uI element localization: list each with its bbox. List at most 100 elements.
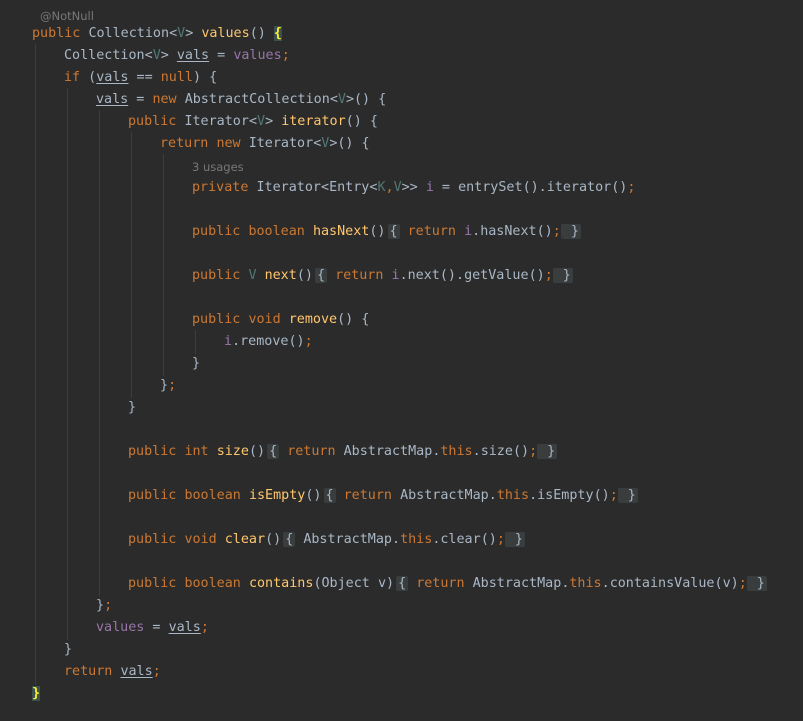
matched-brace: { bbox=[273, 26, 282, 41]
variable-name: vals bbox=[168, 620, 201, 635]
usages-hint[interactable]: 3 usages bbox=[192, 157, 244, 177]
code-line[interactable]: return vals; bbox=[64, 661, 161, 683]
keyword: public bbox=[32, 26, 81, 41]
keyword: public bbox=[192, 312, 241, 327]
folded-region-end[interactable]: } bbox=[560, 224, 581, 239]
type-param: V bbox=[393, 180, 402, 195]
method-name: next bbox=[264, 268, 297, 283]
code-line[interactable]: } bbox=[128, 397, 136, 419]
method-call: next bbox=[407, 268, 440, 283]
field-name: values bbox=[96, 620, 145, 635]
folded-region-end[interactable]: } bbox=[746, 576, 767, 591]
keyword: private bbox=[192, 180, 249, 195]
method-call: getValue bbox=[464, 268, 529, 283]
keyword: public bbox=[128, 114, 177, 129]
type-param: V bbox=[257, 114, 266, 129]
code-editor[interactable]: @NotNull public Collection<V> values() {… bbox=[0, 0, 803, 721]
code-line[interactable]: if (vals == null) { bbox=[64, 67, 217, 89]
type-name: Collection bbox=[64, 48, 145, 63]
method-call: iterator bbox=[546, 180, 612, 195]
code-line[interactable]: i.remove(); bbox=[224, 331, 313, 353]
keyword: null bbox=[160, 70, 193, 85]
keyword: this bbox=[400, 532, 433, 547]
code-line[interactable]: } bbox=[64, 639, 72, 661]
keyword: this bbox=[440, 444, 473, 459]
field-name: i bbox=[425, 180, 434, 195]
type-name: AbstractMap bbox=[343, 444, 433, 459]
variable-name: vals bbox=[96, 92, 129, 107]
type-param: V bbox=[152, 48, 161, 63]
method-call: entrySet bbox=[458, 180, 523, 195]
keyword: return bbox=[407, 224, 456, 239]
method-name: remove bbox=[288, 312, 338, 327]
code-line[interactable]: private Iterator<Entry<K,V>> i = entrySe… bbox=[192, 177, 635, 199]
type-name: Collection bbox=[88, 26, 170, 41]
field-name: i bbox=[464, 224, 473, 239]
keyword: new bbox=[216, 136, 241, 151]
folded-region-end[interactable]: } bbox=[617, 488, 638, 503]
method-name: isEmpty bbox=[248, 488, 306, 503]
code-line[interactable]: public int size(){ return AbstractMap.th… bbox=[128, 441, 558, 463]
method-call: size bbox=[480, 444, 513, 459]
method-name: clear bbox=[224, 532, 266, 547]
folded-region-end[interactable]: } bbox=[552, 268, 573, 283]
folded-region-end[interactable]: } bbox=[504, 532, 525, 547]
indent-guide bbox=[131, 132, 132, 398]
folded-region-start[interactable]: { bbox=[387, 224, 400, 239]
code-line[interactable]: values = vals; bbox=[96, 617, 209, 639]
keyword: this bbox=[569, 576, 602, 591]
keyword: boolean bbox=[248, 224, 305, 239]
type-name: Iterator bbox=[256, 180, 322, 195]
code-line[interactable]: } bbox=[32, 683, 41, 705]
code-line[interactable]: public Iterator<V> iterator() { bbox=[128, 111, 378, 133]
keyword: public bbox=[192, 224, 241, 239]
keyword: int bbox=[184, 444, 209, 459]
code-line[interactable]: public void remove() { bbox=[192, 309, 369, 331]
variable-name: vals bbox=[120, 664, 153, 679]
code-line[interactable]: }; bbox=[96, 595, 112, 617]
folded-region-start[interactable]: { bbox=[267, 444, 280, 459]
code-line[interactable]: public boolean isEmpty(){ return Abstrac… bbox=[128, 485, 638, 507]
method-name: contains bbox=[248, 576, 314, 591]
keyword: return bbox=[335, 268, 384, 283]
code-line[interactable]: return new Iterator<V>() { bbox=[160, 133, 370, 155]
code-line[interactable]: public Collection<V> values() { bbox=[32, 23, 282, 45]
code-line[interactable]: public boolean contains(Object v){ retur… bbox=[128, 573, 767, 595]
keyword: public bbox=[128, 444, 177, 459]
field-name: values bbox=[233, 48, 282, 63]
code-line[interactable]: public boolean hasNext(){ return i.hasNe… bbox=[192, 221, 581, 243]
folded-region-start[interactable]: { bbox=[396, 576, 409, 591]
code-line[interactable]: } bbox=[192, 353, 200, 375]
annotation-text: @NotNull bbox=[40, 9, 94, 23]
code-line[interactable]: public V next(){ return i.next().getValu… bbox=[192, 265, 573, 287]
method-call: remove bbox=[240, 334, 289, 349]
method-name: size bbox=[216, 444, 249, 459]
keyword: void bbox=[248, 312, 281, 327]
method-call: clear bbox=[440, 532, 481, 547]
code-line[interactable]: }; bbox=[160, 375, 176, 397]
type-param: K bbox=[377, 180, 386, 195]
code-line[interactable]: Collection<V> vals = values; bbox=[64, 45, 290, 67]
indent-guide bbox=[195, 330, 196, 354]
type-name: AbstractMap bbox=[303, 532, 392, 547]
type-param: V bbox=[177, 26, 186, 41]
indent-guide bbox=[35, 44, 36, 684]
method-name: values bbox=[201, 26, 250, 41]
method-call: containsValue bbox=[609, 576, 715, 591]
folded-region-start[interactable]: { bbox=[314, 268, 327, 283]
field-name: i bbox=[391, 268, 400, 283]
keyword: if bbox=[64, 70, 81, 85]
keyword: public bbox=[128, 488, 177, 503]
keyword: return bbox=[160, 136, 209, 151]
folded-region-start[interactable]: { bbox=[283, 532, 296, 547]
matched-brace: } bbox=[32, 686, 41, 701]
indent-guide bbox=[163, 154, 164, 376]
keyword: public bbox=[128, 576, 177, 591]
folded-region-start[interactable]: { bbox=[323, 488, 336, 503]
folded-region-end[interactable]: } bbox=[537, 444, 558, 459]
param-name: v bbox=[722, 576, 731, 591]
keyword: public bbox=[192, 268, 241, 283]
code-line[interactable]: public void clear(){ AbstractMap.this.cl… bbox=[128, 529, 525, 551]
code-line[interactable]: vals = new AbstractCollection<V>() { bbox=[96, 89, 386, 111]
method-name: hasNext bbox=[312, 224, 370, 239]
